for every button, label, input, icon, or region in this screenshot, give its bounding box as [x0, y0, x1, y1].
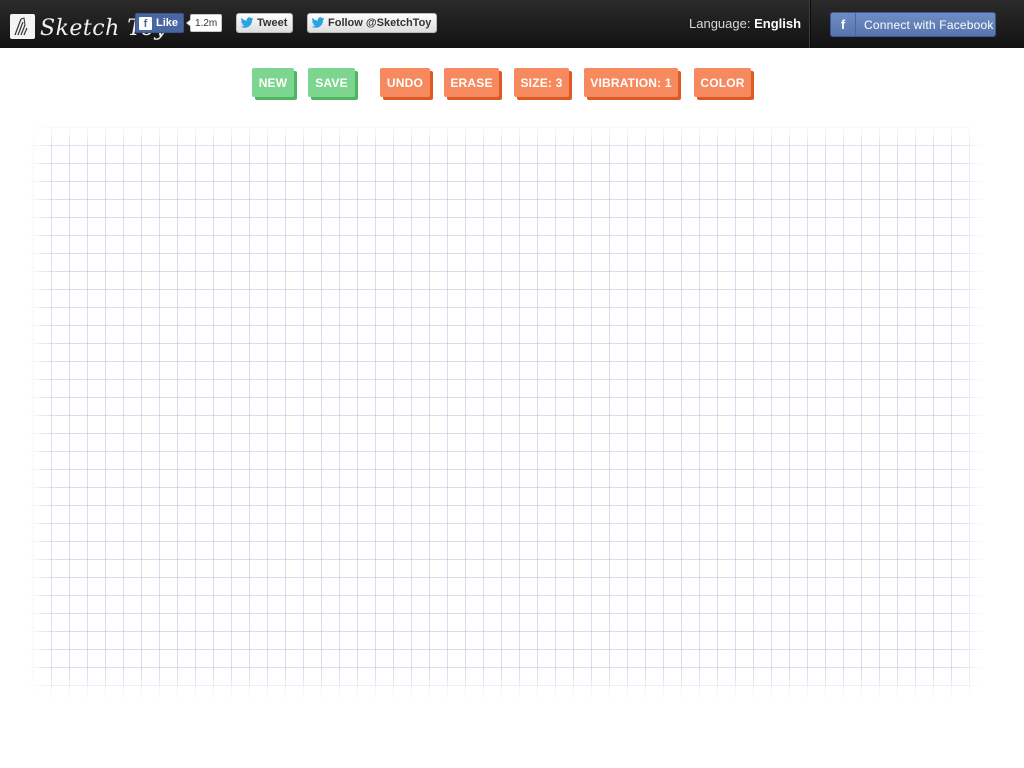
drawing-canvas[interactable] — [26, 122, 986, 700]
header-divider — [809, 0, 810, 48]
follow-button[interactable]: Follow @SketchToy — [307, 13, 438, 33]
size-button[interactable]: SIZE: 3 — [514, 68, 569, 97]
language-selector[interactable]: Language: English — [689, 16, 801, 31]
language-value[interactable]: English — [754, 16, 801, 31]
language-label: Language: — [689, 16, 751, 31]
twitter-bird-icon — [240, 17, 254, 28]
facebook-icon: f — [139, 16, 152, 30]
save-button[interactable]: SAVE — [308, 68, 355, 97]
like-count: 1.2m — [185, 14, 223, 32]
color-button[interactable]: COLOR — [694, 68, 751, 97]
canvas-edge-fade — [26, 122, 986, 700]
sketch-logo-icon — [10, 13, 35, 39]
facebook-like-widget: f Like 1.2m — [135, 13, 223, 33]
tweet-label: Tweet — [257, 17, 288, 29]
like-label: Like — [156, 17, 179, 29]
connect-facebook-label: Connect with Facebook — [864, 17, 994, 32]
top-bar: Sketch Toy f Like 1.2m Tweet Follow @Ske… — [0, 0, 1024, 48]
follow-label: Follow @SketchToy — [328, 17, 432, 29]
facebook-like-button[interactable]: f Like — [135, 13, 185, 33]
tweet-button[interactable]: Tweet — [236, 13, 294, 33]
new-button[interactable]: NEW — [252, 68, 294, 97]
erase-button[interactable]: ERASE — [444, 68, 499, 97]
connect-facebook-button[interactable]: f Connect with Facebook — [830, 12, 996, 37]
twitter-bird-icon — [311, 17, 325, 28]
undo-button[interactable]: UNDO — [380, 68, 430, 97]
facebook-icon: f — [831, 13, 856, 36]
vibration-button[interactable]: VIBRATION: 1 — [584, 68, 678, 97]
